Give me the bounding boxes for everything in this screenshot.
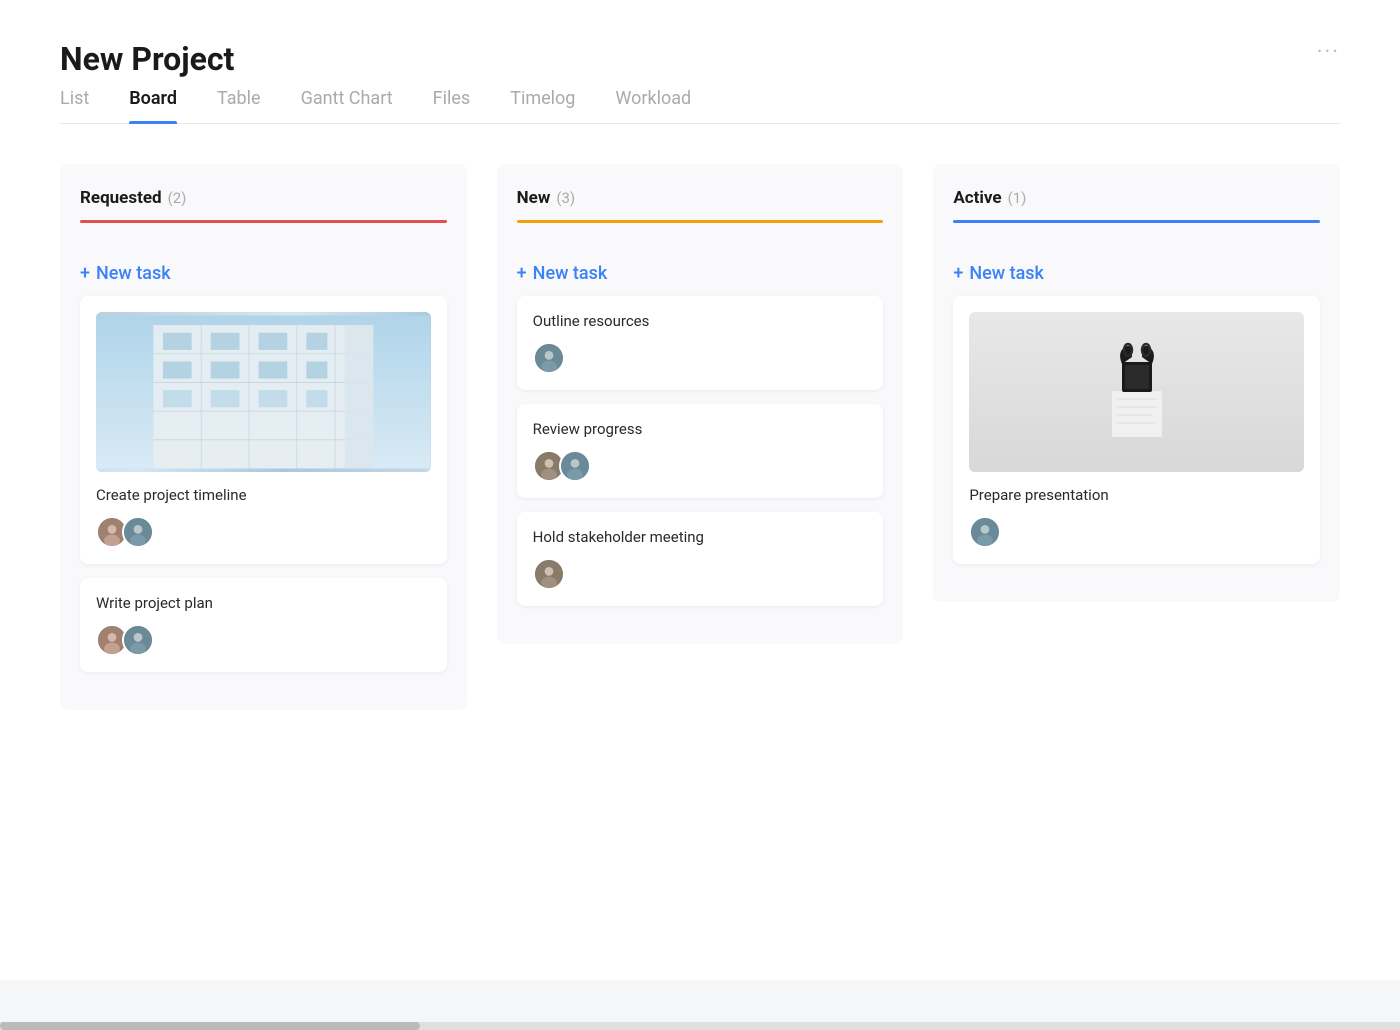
tab-table[interactable]: Table <box>217 88 261 123</box>
tab-gantt[interactable]: Gantt Chart <box>301 88 393 123</box>
avatar <box>533 342 565 374</box>
column-divider-active <box>953 220 1320 223</box>
column-count-requested: (2) <box>168 189 187 207</box>
card-title-outline-resources: Outline resources <box>533 312 868 330</box>
column-title-active: Active <box>953 188 1001 208</box>
card-avatars <box>969 516 1304 548</box>
card-avatars <box>533 342 868 374</box>
card-avatars <box>533 450 868 482</box>
card-write-project-plan[interactable]: Write project plan <box>80 578 447 672</box>
card-create-project-timeline[interactable]: Create project timeline <box>80 296 447 564</box>
column-count-active: (1) <box>1008 189 1027 207</box>
tab-navigation: List Board Table Gantt Chart Files Timel… <box>60 88 1340 124</box>
column-active: Active (1) + New task <box>933 164 1340 602</box>
card-title-write-project-plan: Write project plan <box>96 594 431 612</box>
column-header-new: New (3) <box>517 188 884 237</box>
column-title-requested: Requested <box>80 188 162 208</box>
new-task-label-new: New task <box>533 263 608 284</box>
page-header: New Project ··· <box>60 40 1340 78</box>
tab-files[interactable]: Files <box>433 88 471 123</box>
new-task-button-new[interactable]: + New task <box>517 255 884 296</box>
card-avatars <box>96 516 431 548</box>
column-divider-requested <box>80 220 447 223</box>
tab-timelog[interactable]: Timelog <box>510 88 575 123</box>
card-avatars <box>533 558 868 590</box>
avatar <box>559 450 591 482</box>
column-divider-new <box>517 220 884 223</box>
card-avatars <box>96 624 431 656</box>
avatar <box>122 624 154 656</box>
tab-workload[interactable]: Workload <box>615 88 691 123</box>
card-image-building <box>96 312 431 472</box>
column-count-new: (3) <box>556 189 575 207</box>
card-review-progress[interactable]: Review progress <box>517 404 884 498</box>
tab-list[interactable]: List <box>60 88 89 123</box>
avatar <box>533 558 565 590</box>
column-new: New (3) + New task Outline resources <box>497 164 904 644</box>
card-prepare-presentation[interactable]: Prepare presentation <box>953 296 1320 564</box>
new-task-label-active: New task <box>969 263 1044 284</box>
card-image-clip <box>969 312 1304 472</box>
new-task-button-requested[interactable]: + New task <box>80 255 447 296</box>
column-header-active: Active (1) <box>953 188 1320 237</box>
more-options-button[interactable]: ··· <box>1317 40 1340 65</box>
card-title-create-project-timeline: Create project timeline <box>96 486 431 504</box>
tab-board[interactable]: Board <box>129 88 177 123</box>
new-task-button-active[interactable]: + New task <box>953 255 1320 296</box>
card-title-review-progress: Review progress <box>533 420 868 438</box>
column-header-requested: Requested (2) <box>80 188 447 237</box>
column-title-new: New <box>517 188 551 208</box>
avatar <box>122 516 154 548</box>
card-outline-resources[interactable]: Outline resources <box>517 296 884 390</box>
column-requested: Requested (2) + New task <box>60 164 467 710</box>
scroll-thumb[interactable] <box>0 1022 420 1030</box>
card-hold-stakeholder-meeting[interactable]: Hold stakeholder meeting <box>517 512 884 606</box>
avatar <box>969 516 1001 548</box>
scrollbar[interactable] <box>0 1022 1400 1030</box>
card-title-hold-stakeholder-meeting: Hold stakeholder meeting <box>533 528 868 546</box>
board-container: Requested (2) + New task <box>60 164 1340 710</box>
card-title-prepare-presentation: Prepare presentation <box>969 486 1304 504</box>
page-title: New Project <box>60 40 234 78</box>
new-task-label-requested: New task <box>96 263 171 284</box>
